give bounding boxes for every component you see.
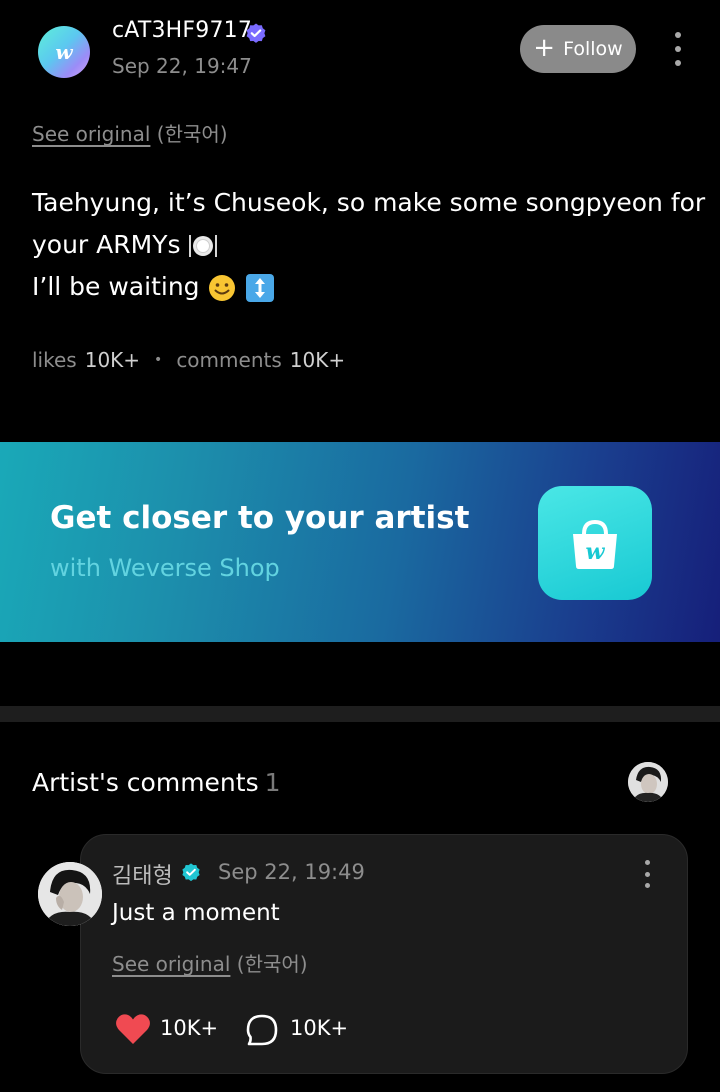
verified-badge-icon <box>182 863 200 882</box>
follow-button[interactable]: + Follow <box>520 25 636 73</box>
post-date: Sep 22, 19:47 <box>112 54 252 78</box>
post-body-line-1: Taehyung, it’s Chuseok, so make some son… <box>32 188 706 217</box>
see-original-link[interactable]: See original <box>32 122 150 146</box>
post-body: Taehyung, it’s Chuseok, so make some son… <box>32 182 706 308</box>
post-author[interactable]: cAT3HF9717 <box>112 18 252 43</box>
see-original-row: See original (한국어) <box>32 118 228 147</box>
post-header: w cAT3HF9717 Sep 22, 19:47 + Follow <box>0 0 720 100</box>
more-options-icon[interactable] <box>666 32 690 66</box>
post-stats: likes 10K+ • comments 10K+ <box>32 348 345 372</box>
comments-label[interactable]: comments <box>176 348 281 372</box>
banner-title: Get closer to your artist <box>50 500 470 536</box>
comment-date: Sep 22, 19:49 <box>218 860 365 884</box>
post-body-line-2: your ARMYs <box>32 230 181 259</box>
verified-badge-icon <box>246 23 266 43</box>
comment-author[interactable]: 김태형 <box>112 858 173 890</box>
plate-cutlery-emoji <box>189 235 218 257</box>
weverse-logo-icon: w <box>55 40 73 64</box>
comment-reply-count: 10K+ <box>290 1016 349 1040</box>
original-language: (한국어) <box>156 122 228 146</box>
user-avatar[interactable]: w <box>38 26 90 78</box>
smiling-face-emoji <box>209 275 236 301</box>
comment-more-options-icon[interactable] <box>638 860 656 888</box>
artist-comments-title: Artist's comments 1 <box>32 768 281 797</box>
post-body-line-3: I’ll be waiting <box>32 272 200 301</box>
plus-icon: + <box>533 33 556 63</box>
shopping-bag-icon: w <box>538 486 652 600</box>
follow-label: Follow <box>563 38 623 60</box>
artist-comments-count: 1 <box>264 768 281 797</box>
comment-author-avatar[interactable] <box>38 862 102 926</box>
comment-original-language: (한국어) <box>236 952 308 976</box>
svg-text:w: w <box>586 539 606 565</box>
artist-avatar-thumb[interactable] <box>628 762 668 802</box>
separator-dot: • <box>154 352 163 368</box>
banner-subtitle: with Weverse Shop <box>50 554 280 582</box>
comment-see-original-row: See original (한국어) <box>112 948 308 977</box>
section-divider <box>0 706 720 722</box>
artist-comments-label: Artist's comments <box>32 768 259 797</box>
comments-count[interactable]: 10K+ <box>290 348 345 372</box>
comment-like-count: 10K+ <box>160 1016 219 1040</box>
heart-icon[interactable] <box>114 1012 152 1046</box>
comment-bubble-icon[interactable] <box>244 1012 280 1048</box>
likes-count: 10K+ <box>84 348 141 372</box>
comment-text: Just a moment <box>112 900 280 926</box>
comment-see-original-link[interactable]: See original <box>112 952 230 976</box>
likes-label: likes <box>32 348 77 372</box>
up-down-arrow-emoji <box>246 274 275 302</box>
